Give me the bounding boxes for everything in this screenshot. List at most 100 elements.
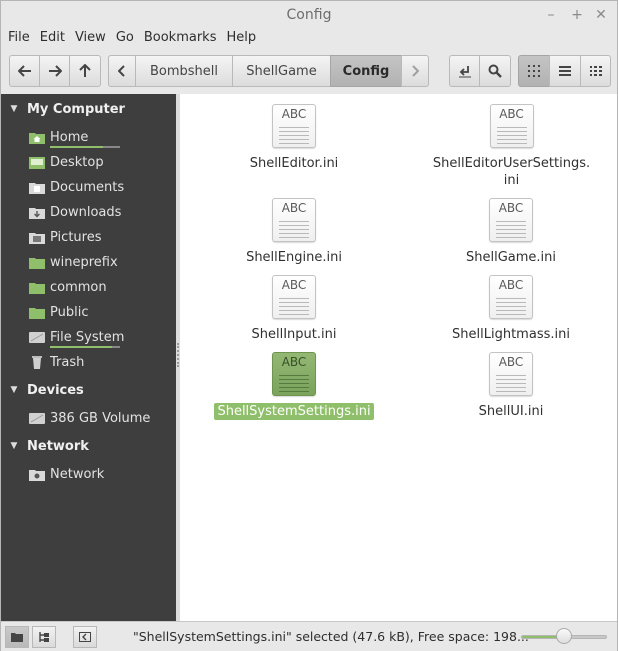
sidebar-item-wineprefix[interactable]: wineprefix bbox=[29, 251, 118, 273]
pictures-folder-icon bbox=[29, 230, 45, 244]
search-button[interactable] bbox=[479, 55, 511, 87]
sidebar-section-network[interactable]: ▼ Network bbox=[1, 435, 89, 457]
menu-go[interactable]: Go bbox=[111, 29, 139, 49]
hide-sidebar-button[interactable] bbox=[73, 626, 97, 648]
chevron-left-icon bbox=[118, 65, 125, 77]
text-file-icon: ABC bbox=[272, 198, 316, 242]
path-scroll-left-button[interactable] bbox=[108, 55, 136, 87]
sidebar-item-label: wineprefix bbox=[50, 254, 118, 270]
menu-help[interactable]: Help bbox=[221, 29, 261, 49]
list-view-icon bbox=[559, 66, 571, 76]
toolbar: Bombshell ShellGame Config bbox=[1, 51, 617, 93]
section-title: Network bbox=[27, 438, 89, 454]
path-button-config[interactable]: Config bbox=[330, 55, 402, 87]
show-places-button[interactable] bbox=[5, 626, 29, 648]
sidebar-item-label: common bbox=[50, 279, 107, 295]
downloads-folder-icon bbox=[29, 205, 45, 219]
sidebar-item-home[interactable]: Home bbox=[29, 126, 120, 148]
path-button-shellgame[interactable]: ShellGame bbox=[232, 55, 331, 87]
section-title: My Computer bbox=[27, 101, 125, 117]
sidebar-item-386gb-volume[interactable]: 386 GB Volume bbox=[29, 407, 150, 429]
sidebar: ▼ My Computer Home Desktop Documents Dow… bbox=[1, 94, 176, 621]
sidebar-item-file-system[interactable]: File System bbox=[29, 326, 124, 348]
sidebar-item-pictures[interactable]: Pictures bbox=[29, 226, 101, 248]
file-item[interactable]: ABC ShellLightmass.ini bbox=[446, 275, 576, 343]
sidebar-toggle-icon bbox=[79, 632, 91, 642]
icon-view-button[interactable] bbox=[518, 55, 550, 87]
menu-edit[interactable]: Edit bbox=[35, 29, 70, 49]
text-file-icon: ABC bbox=[489, 104, 534, 148]
resize-grip-icon bbox=[177, 343, 179, 367]
status-bar: "ShellSystemSettings.ini" selected (47.6… bbox=[1, 621, 617, 651]
file-name: ShellLightmass.ini bbox=[452, 327, 570, 342]
minimize-button[interactable]: – bbox=[541, 5, 561, 25]
folder-icon bbox=[29, 280, 45, 294]
text-file-icon: ABC bbox=[489, 275, 533, 319]
file-name: ShellEditor.ini bbox=[249, 156, 339, 171]
sidebar-item-label: Public bbox=[50, 304, 89, 320]
up-button[interactable] bbox=[69, 55, 101, 87]
sidebar-item-trash[interactable]: Trash bbox=[29, 351, 84, 373]
file-name: ShellSystemSettings.ini bbox=[214, 403, 374, 420]
file-name: ShellGame.ini bbox=[465, 250, 556, 265]
window-title: Config bbox=[286, 7, 332, 23]
tree-view-icon bbox=[39, 632, 49, 642]
up-arrow-icon bbox=[79, 64, 91, 77]
compact-view-icon bbox=[589, 66, 602, 76]
sidebar-section-devices[interactable]: ▼ Devices bbox=[1, 379, 84, 401]
menu-view[interactable]: View bbox=[70, 29, 111, 49]
title-bar[interactable]: Config – + ✕ bbox=[1, 1, 617, 29]
text-file-icon: ABC bbox=[272, 104, 316, 148]
file-item[interactable]: ABC ShellInput.ini bbox=[239, 275, 349, 343]
forward-button[interactable] bbox=[39, 55, 70, 87]
text-file-icon: ABC bbox=[272, 275, 316, 319]
home-folder-icon bbox=[29, 130, 45, 144]
disk-usage-fill bbox=[50, 345, 112, 348]
sidebar-item-network[interactable]: Network bbox=[29, 463, 104, 485]
close-button[interactable]: ✕ bbox=[591, 5, 611, 25]
expander-down-icon: ▼ bbox=[10, 104, 18, 114]
sidebar-item-documents[interactable]: Documents bbox=[29, 176, 124, 198]
sidebar-item-label: Desktop bbox=[50, 154, 104, 170]
list-view-button[interactable] bbox=[549, 55, 581, 87]
compact-view-button[interactable] bbox=[580, 55, 611, 87]
menu-bar: File Edit View Go Bookmarks Help bbox=[1, 29, 261, 49]
menu-file[interactable]: File bbox=[3, 29, 35, 49]
disk-usage-fill bbox=[50, 145, 103, 148]
documents-folder-icon bbox=[29, 180, 45, 194]
sidebar-item-label: Downloads bbox=[50, 204, 122, 220]
file-name: ShellEngine.ini bbox=[246, 250, 342, 265]
menu-bookmarks[interactable]: Bookmarks bbox=[139, 29, 222, 49]
drive-icon bbox=[29, 330, 45, 344]
file-view[interactable]: ABC ShellEditor.ini ABC ShellEditorUserS… bbox=[180, 94, 617, 621]
back-button[interactable] bbox=[9, 55, 40, 87]
desktop-icon bbox=[29, 155, 45, 169]
file-name: ShellUI.ini bbox=[478, 404, 544, 419]
file-item[interactable]: ABC ShellGame.ini bbox=[451, 198, 571, 266]
sidebar-item-common[interactable]: common bbox=[29, 276, 107, 298]
sidebar-item-downloads[interactable]: Downloads bbox=[29, 201, 121, 223]
drive-icon bbox=[29, 411, 45, 425]
text-file-icon: ABC bbox=[489, 352, 533, 396]
zoom-slider-knob[interactable] bbox=[556, 628, 572, 644]
path-scroll-right-button[interactable] bbox=[401, 55, 429, 87]
file-item[interactable]: ABC ShellEditor.ini bbox=[239, 104, 349, 172]
toggle-location-entry-button[interactable] bbox=[449, 55, 480, 87]
file-item-selected[interactable]: ABC ShellSystemSettings.ini bbox=[214, 352, 374, 420]
path-button-bombshell[interactable]: Bombshell bbox=[135, 55, 233, 87]
text-file-icon: ABC bbox=[272, 352, 316, 396]
maximize-button[interactable]: + bbox=[567, 5, 587, 25]
show-treeview-button[interactable] bbox=[32, 626, 56, 648]
file-item[interactable]: ABC ShellEditorUserSettings. ini bbox=[433, 104, 590, 189]
sidebar-item-desktop[interactable]: Desktop bbox=[29, 151, 104, 173]
sidebar-item-label: File System bbox=[50, 330, 124, 348]
sidebar-item-label: Pictures bbox=[50, 229, 102, 245]
grid-view-icon bbox=[528, 65, 540, 77]
file-item[interactable]: ABC ShellEngine.ini bbox=[239, 198, 349, 266]
sidebar-item-public[interactable]: Public bbox=[29, 301, 88, 323]
sidebar-section-my-computer[interactable]: ▼ My Computer bbox=[1, 98, 125, 120]
sidebar-item-label: Documents bbox=[50, 179, 125, 195]
trash-icon bbox=[29, 355, 45, 369]
search-icon bbox=[488, 64, 502, 78]
file-item[interactable]: ABC ShellUI.ini bbox=[466, 352, 556, 420]
